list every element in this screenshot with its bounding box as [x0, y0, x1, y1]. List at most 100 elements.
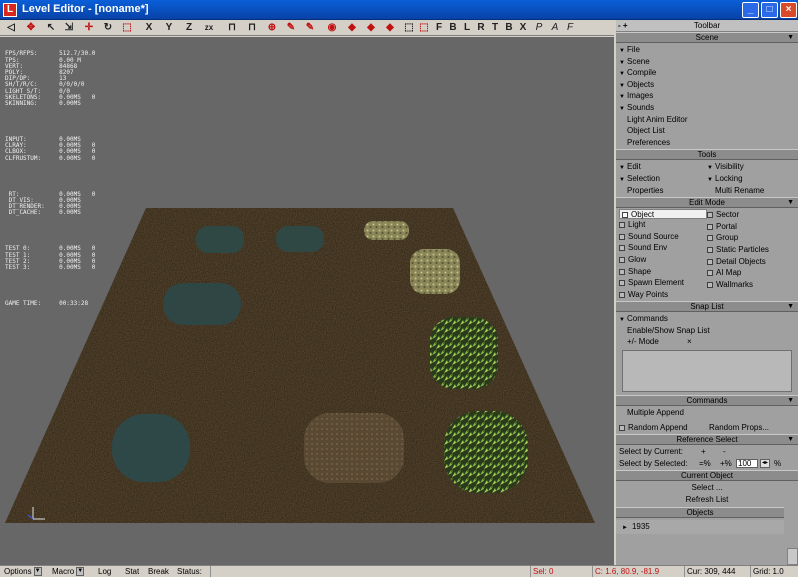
tools-visibility[interactable]: ▼ Visibility — [707, 161, 795, 173]
random-props-button[interactable]: Random Props... — [709, 422, 769, 434]
tools-multi-rename[interactable]: Multi Rename — [707, 185, 795, 197]
mode-sound-env[interactable]: Sound Env — [619, 242, 707, 254]
select-by-current-plus[interactable]: + — [701, 446, 706, 458]
object-list-button[interactable]: Object List — [619, 125, 795, 137]
view-reset-button[interactable]: X — [516, 21, 530, 35]
collapse-triangle-icon[interactable]: ▼ — [787, 33, 794, 43]
percent-spinner[interactable]: ◂▸ — [760, 458, 770, 468]
zoom-selected-icon[interactable]: ⬚ — [417, 21, 431, 35]
maximize-button[interactable]: □ — [761, 2, 778, 18]
break-button[interactable]: Break — [146, 566, 171, 577]
view-front-button[interactable]: F — [432, 21, 446, 35]
minimize-button[interactable]: _ — [742, 2, 759, 18]
select-region-icon[interactable]: ⇲ — [62, 21, 76, 35]
tool-fill-icon[interactable]: ◆ — [364, 21, 378, 35]
tool-sphere-icon[interactable]: ◉ — [325, 21, 339, 35]
mode-ai-map[interactable]: AI Map — [707, 267, 795, 279]
mode-light[interactable]: Light — [619, 219, 707, 231]
snap-object-icon[interactable]: ⊓ — [245, 21, 259, 35]
menu-objects[interactable]: ▼ Objects — [619, 79, 795, 91]
back-arrow-icon[interactable]: ◁ — [4, 21, 18, 35]
axonometric-button[interactable]: A — [548, 21, 562, 35]
move-icon[interactable]: ✥ — [24, 21, 38, 35]
scale-icon[interactable]: ⬚ — [120, 21, 134, 35]
menu-images[interactable]: ▼ Images — [619, 90, 795, 102]
light-anim-editor-button[interactable]: Light Anim Editor — [619, 114, 795, 126]
3d-viewport[interactable]: FPS/RFPS: 512.7/30.0 TPS: 0.00 M VERT: 8… — [0, 37, 614, 565]
options-menu[interactable]: Options ▼ — [2, 566, 44, 577]
view-right-button[interactable]: R — [474, 21, 488, 35]
tools-edit[interactable]: ▼ Edit — [619, 161, 707, 173]
snap-vertex-icon[interactable]: ⊕ — [265, 21, 279, 35]
tools-properties[interactable]: Properties — [619, 185, 707, 197]
tool-brush-icon[interactable]: ✎ — [303, 21, 317, 35]
multiple-append-button[interactable]: Multiple Append — [619, 407, 795, 419]
mode-spawn-element[interactable]: Spawn Element — [619, 277, 707, 289]
axis-y-button[interactable]: Y — [162, 21, 176, 35]
mode-portal[interactable]: Portal — [707, 221, 795, 233]
perspective-button[interactable]: P — [532, 21, 546, 35]
snap-clear-button[interactable]: × — [687, 337, 692, 346]
tool-erase-icon[interactable]: ◆ — [383, 21, 397, 35]
snap-list-section-header[interactable]: Snap List ▼ — [616, 301, 798, 313]
snap-mode-button[interactable]: +/- Mode — [627, 337, 659, 346]
tool-paint-icon[interactable]: ◆ — [345, 21, 359, 35]
panel-collapse-toggle[interactable]: - + — [618, 20, 628, 32]
axis-z-button[interactable]: Z — [182, 21, 196, 35]
select-minus-percent[interactable]: =% — [699, 458, 711, 470]
snap-commands[interactable]: ▼ Commands — [619, 313, 795, 325]
collapse-triangle-icon[interactable]: ▼ — [787, 396, 794, 406]
enable-snap-list-button[interactable]: Enable/Show Snap List — [619, 325, 795, 337]
current-object-section-header[interactable]: Current Object — [616, 470, 798, 482]
mode-glow[interactable]: Glow — [619, 254, 707, 266]
panel-scrollbar[interactable] — [787, 548, 798, 565]
zoom-extents-icon[interactable]: ⬚ — [402, 21, 416, 35]
select-object-button[interactable]: Select ... — [619, 482, 795, 494]
menu-scene[interactable]: ▼ Scene — [619, 56, 795, 68]
scene-section-header[interactable]: Scene ▼ — [616, 32, 798, 43]
log-button[interactable]: Log — [96, 566, 113, 577]
snap-grid-icon[interactable]: ⊓ — [225, 21, 239, 35]
collapse-triangle-icon[interactable]: ▼ — [787, 198, 794, 208]
percent-input[interactable]: 100 — [736, 458, 758, 468]
move-axis-icon[interactable]: ✛ — [82, 21, 96, 35]
select-plus-percent[interactable]: +% — [720, 458, 732, 470]
menu-sounds[interactable]: ▼ Sounds — [619, 102, 795, 114]
menu-file[interactable]: ▼ File — [619, 44, 795, 56]
tool-pen-icon[interactable]: ✎ — [284, 21, 298, 35]
edit-mode-section-header[interactable]: Edit Mode ▼ — [616, 197, 798, 209]
objects-tree-item[interactable]: ► 1935 — [616, 519, 784, 534]
mode-sector[interactable]: Sector — [707, 209, 795, 221]
mode-group[interactable]: Group — [707, 232, 795, 244]
free-camera-button[interactable]: F — [563, 21, 577, 35]
mode-object[interactable]: Object — [619, 209, 707, 220]
mode-static-particles[interactable]: Static Particles — [707, 244, 795, 256]
axis-zx-button[interactable]: zx — [202, 21, 216, 35]
mode-detail-objects[interactable]: Detail Objects — [707, 256, 795, 268]
view-back-button[interactable]: B — [446, 21, 460, 35]
view-bottom-button[interactable]: B — [502, 21, 516, 35]
stat-button[interactable]: Stat — [123, 566, 141, 577]
view-left-button[interactable]: L — [460, 21, 474, 35]
collapse-triangle-icon[interactable]: ▼ — [787, 435, 794, 445]
commands-section-header[interactable]: Commands ▼ — [616, 395, 798, 407]
tree-expand-icon[interactable]: ► — [622, 525, 628, 531]
view-top-button[interactable]: T — [488, 21, 502, 35]
rotate-icon[interactable]: ↻ — [101, 21, 115, 35]
mode-way-points[interactable]: Way Points — [619, 289, 707, 301]
macro-menu[interactable]: Macro ▼ — [50, 566, 86, 577]
select-by-current-minus[interactable]: - — [723, 446, 726, 458]
reference-select-section-header[interactable]: Reference Select ▼ — [616, 434, 798, 446]
mode-wallmarks[interactable]: Wallmarks — [707, 279, 795, 291]
tools-selection[interactable]: ▼ Selection — [619, 173, 707, 185]
collapse-triangle-icon[interactable]: ▼ — [787, 302, 794, 312]
close-button[interactable]: × — [780, 2, 797, 18]
preferences-button[interactable]: Preferences — [619, 137, 795, 149]
refresh-list-button[interactable]: Refresh List — [619, 494, 795, 506]
mode-sound-source[interactable]: Sound Source — [619, 231, 707, 243]
mode-shape[interactable]: Shape — [619, 266, 707, 278]
snap-list-box[interactable] — [622, 350, 792, 393]
menu-compile[interactable]: ▼ Compile — [619, 67, 795, 79]
select-arrow-icon[interactable]: ↖ — [44, 21, 58, 35]
tools-section-header[interactable]: Tools — [616, 149, 798, 161]
